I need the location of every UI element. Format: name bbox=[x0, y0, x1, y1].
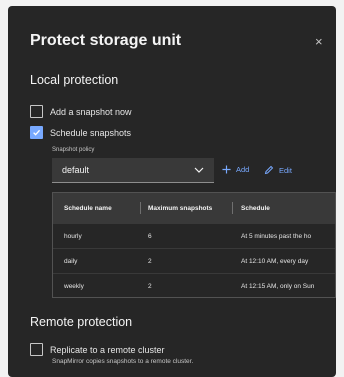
cell-schedule: At 12:15 AM, only on Sun bbox=[241, 282, 315, 290]
schedule-table: Schedule name Maximum snapshots Schedule… bbox=[52, 192, 336, 298]
checkbox-box[interactable] bbox=[30, 343, 43, 356]
column-header-schedule-name[interactable]: Schedule name bbox=[53, 202, 141, 214]
cell-schedule-name: weekly bbox=[64, 282, 84, 290]
cell-max-snapshots: 2 bbox=[148, 257, 152, 265]
cell-max-snapshots: 6 bbox=[148, 232, 152, 240]
snapshot-policy-select[interactable]: default bbox=[52, 158, 214, 183]
checkmark-icon bbox=[33, 129, 41, 136]
table-row: weekly 2 At 12:15 AM, only on Sun bbox=[53, 273, 335, 297]
table-header: Schedule name Maximum snapshots Schedule bbox=[53, 193, 335, 223]
cell-schedule-name: hourly bbox=[64, 232, 82, 240]
close-icon[interactable]: × bbox=[315, 35, 323, 48]
checkbox-box[interactable] bbox=[30, 105, 43, 118]
table-row: daily 2 At 12:10 AM, every day bbox=[53, 248, 335, 273]
column-header-schedule[interactable]: Schedule bbox=[233, 205, 270, 212]
add-policy-button[interactable]: Add bbox=[222, 165, 249, 174]
table-row: hourly 6 At 5 minutes past the ho bbox=[53, 223, 335, 248]
edit-policy-label: Edit bbox=[279, 165, 292, 175]
remote-protection-heading: Remote protection bbox=[30, 315, 133, 329]
cell-schedule: At 12:10 AM, every day bbox=[241, 257, 309, 265]
snapshot-policy-label: Snapshot policy bbox=[52, 147, 95, 153]
dialog-title: Protect storage unit bbox=[30, 32, 182, 49]
add-snapshot-checkbox[interactable]: Add a snapshot now bbox=[30, 105, 132, 118]
pencil-icon bbox=[264, 165, 274, 175]
local-protection-heading: Local protection bbox=[30, 73, 119, 87]
cell-schedule: At 5 minutes past the ho bbox=[241, 232, 312, 240]
checkbox-box[interactable] bbox=[30, 126, 43, 139]
replicate-help-text: SnapMirror copies snapshots to a remote … bbox=[52, 358, 194, 365]
plus-icon bbox=[222, 165, 231, 174]
add-policy-label: Add bbox=[236, 165, 250, 174]
cell-max-snapshots: 2 bbox=[148, 282, 152, 290]
column-header-maximum-snapshots[interactable]: Maximum snapshots bbox=[141, 202, 233, 214]
schedule-snapshots-checkbox[interactable]: Schedule snapshots bbox=[30, 126, 131, 139]
snapshot-policy-value: default bbox=[62, 165, 90, 175]
replicate-label: Replicate to a remote cluster bbox=[50, 344, 165, 355]
cell-schedule-name: daily bbox=[64, 257, 78, 265]
schedule-snapshots-label: Schedule snapshots bbox=[50, 127, 132, 138]
protect-storage-dialog: Protect storage unit × Local protection … bbox=[8, 6, 336, 377]
replicate-checkbox[interactable]: Replicate to a remote cluster bbox=[30, 343, 165, 356]
chevron-down-icon bbox=[194, 167, 204, 173]
add-snapshot-label: Add a snapshot now bbox=[50, 106, 132, 117]
edit-policy-button[interactable]: Edit bbox=[264, 165, 292, 175]
